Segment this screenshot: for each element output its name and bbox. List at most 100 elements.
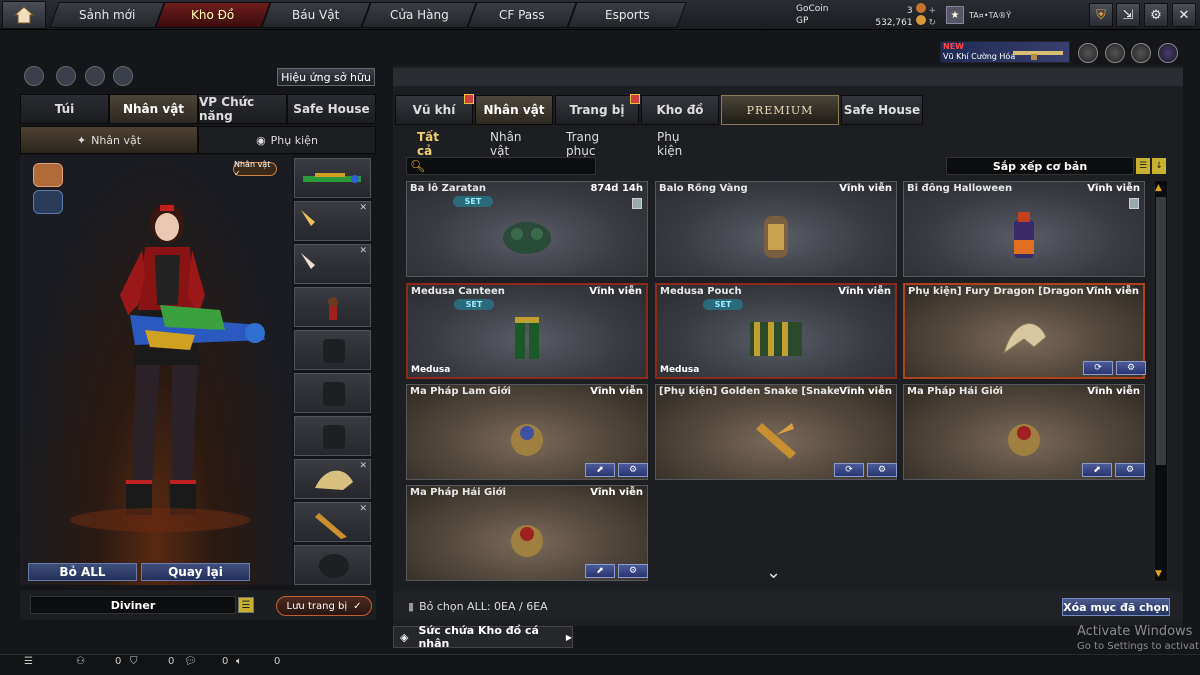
slot-empty-4[interactable] <box>294 545 371 585</box>
tab-sanh-moi[interactable]: Sảnh mới <box>49 2 165 28</box>
mode-icon-active[interactable] <box>33 163 63 187</box>
tab-trang-bi[interactable]: Trang bị <box>555 94 640 125</box>
tab-kho-do[interactable]: Kho đồ <box>641 95 719 125</box>
filter-tat-ca[interactable]: Tất cả <box>417 130 439 158</box>
volume-icon[interactable]: 🔈︎ <box>236 656 242 667</box>
event-icon-2[interactable] <box>1105 43 1125 63</box>
settings-button[interactable]: ⚙ <box>1144 3 1168 27</box>
promo-banner[interactable]: NEW Vũ Khí Cường Hóa <box>940 41 1070 63</box>
item-card[interactable]: Medusa Pouch Vĩnh viễn SET Medusa <box>655 283 897 379</box>
slot-item-3[interactable]: ✕ <box>294 244 371 284</box>
upgrade-icon[interactable]: ⬈ <box>585 463 615 477</box>
item-card[interactable]: Phụ kiện] Fury Dragon [Dragon Fury Vĩnh … <box>903 283 1146 379</box>
event-icon-4[interactable] <box>1158 43 1178 63</box>
tab-premium[interactable]: PREMIUM <box>721 95 839 125</box>
clan-icon[interactable]: ⛉ <box>130 656 138 667</box>
tab-bau-vat[interactable]: Báu Vật <box>261 2 371 28</box>
swap-icon[interactable]: ⟳ <box>1083 361 1113 375</box>
tab-vu-khi[interactable]: Vũ khí <box>395 94 474 125</box>
close-button[interactable]: ✕ <box>1172 3 1196 27</box>
owned-effect-button[interactable]: Hiệu ứng sở hữu <box>277 68 375 86</box>
subtab-nhan-vat[interactable]: ✦ Nhân vật <box>20 126 198 154</box>
filter-trang-phuc[interactable]: Trang phục <box>566 130 599 158</box>
friends-icon[interactable]: ⚇ <box>76 656 85 667</box>
tab-tui[interactable]: Túi <box>20 94 109 124</box>
remove-icon[interactable]: ✕ <box>359 504 367 514</box>
list-menu-icon[interactable]: ☰ <box>1136 158 1150 174</box>
item-card[interactable]: Medusa Canteen Vĩnh viễn SET Medusa <box>406 283 648 379</box>
gear-icon[interactable]: ⚙ <box>618 463 648 477</box>
character-icon[interactable] <box>85 66 105 86</box>
tab-nhan-vat[interactable]: Nhân vật <box>109 94 198 124</box>
remove-icon[interactable]: ✕ <box>359 461 367 471</box>
trash-icon[interactable] <box>632 198 642 209</box>
deselect-all-toggle[interactable]: ▮ Bỏ chọn ALL: 0EA / 6EA <box>408 600 548 613</box>
item-card[interactable]: Ma Pháp Hải Giới Vĩnh viễn ⬈ ⚙ <box>406 485 648 581</box>
trophy-icon[interactable] <box>24 66 44 86</box>
home-button[interactable] <box>2 1 46 29</box>
item-card[interactable]: Ma Pháp Hải Giới Vĩnh viễn ⬈ ⚙ <box>903 384 1145 480</box>
filter-nhan-vat[interactable]: Nhân vật <box>490 130 522 158</box>
shield-button[interactable]: ⛨ <box>1089 3 1113 27</box>
save-loadout-button[interactable]: Lưu trang bị ✓ <box>276 596 372 616</box>
scroll-up-icon[interactable]: ▲ <box>1155 183 1162 193</box>
list-icon[interactable]: ☰ <box>24 656 33 667</box>
chat-icon[interactable]: 💬︎ <box>184 656 197 667</box>
event-icon-3[interactable] <box>1131 43 1151 63</box>
tab-cf-pass[interactable]: CF Pass <box>467 2 577 28</box>
upgrade-icon[interactable]: ⬈ <box>1082 463 1112 477</box>
sort-direction-icon[interactable]: ↓ <box>1152 158 1166 174</box>
slot-character[interactable] <box>294 287 371 327</box>
tab-esports[interactable]: Esports <box>567 2 687 28</box>
upgrade-icon[interactable]: ⬈ <box>585 564 615 578</box>
eye-icon[interactable] <box>56 66 76 86</box>
gear-icon[interactable]: ⚙ <box>1116 361 1146 375</box>
event-icon-1[interactable] <box>1078 43 1098 63</box>
search-input[interactable] <box>406 157 596 175</box>
character-badge[interactable]: Nhân vật ✓ <box>233 160 277 178</box>
remove-icon[interactable]: ✕ <box>359 203 367 213</box>
slot-weapon[interactable] <box>294 158 371 198</box>
list-menu-icon[interactable]: ☰ <box>238 597 254 613</box>
player-rank[interactable]: ★ TA¤•TA®Ÿ <box>946 4 1056 26</box>
unequip-all-button[interactable]: Bỏ ALL <box>28 563 137 581</box>
swap-icon[interactable]: ⟳ <box>834 463 864 477</box>
delete-selected-button[interactable]: Xóa mục đã chọn <box>1062 598 1170 616</box>
sort-select[interactable]: Sắp xếp cơ bản <box>946 157 1134 175</box>
tab-cua-hang[interactable]: Cửa Hàng <box>361 2 477 28</box>
tab-safe-house[interactable]: Safe House <box>841 95 923 125</box>
slot-item-2[interactable]: ✕ <box>294 201 371 241</box>
refresh-icon[interactable]: ↻ <box>928 18 936 28</box>
subtab-phu-kien[interactable]: ◉ Phụ kiện <box>198 126 376 154</box>
slot-dragon[interactable]: ✕ <box>294 459 371 499</box>
scroll-thumb[interactable] <box>1156 197 1166 465</box>
exit-button[interactable]: ⇲ <box>1116 3 1140 27</box>
storage-capacity-button[interactable]: ◈ Sức chứa Kho đồ cá nhân ▶ <box>393 624 573 650</box>
bag-icon[interactable] <box>113 66 133 86</box>
mode-icon-alt[interactable] <box>33 190 63 214</box>
character-name-field[interactable]: Diviner <box>30 596 236 614</box>
slot-empty-2[interactable] <box>294 373 371 413</box>
item-card[interactable]: Ba lô Zaratan 874d 14h SET <box>406 181 648 277</box>
item-card[interactable]: [Phụ kiện] Golden Snake [Snake] Vĩnh viễ… <box>655 384 897 480</box>
slot-empty-3[interactable] <box>294 416 371 456</box>
tab-vp-chuc-nang[interactable]: VP Chức năng <box>198 94 287 124</box>
chevron-down-icon[interactable]: ⌄ <box>766 562 781 583</box>
tab-kho-do[interactable]: Kho Đồ <box>155 2 271 28</box>
gear-icon[interactable]: ⚙ <box>618 564 648 578</box>
back-button[interactable]: Quay lại <box>141 563 250 581</box>
slot-snake[interactable]: ✕ <box>294 502 371 542</box>
item-card[interactable]: Bi đông Halloween Vĩnh viễn <box>903 181 1145 277</box>
gear-icon[interactable]: ⚙ <box>867 463 897 477</box>
scroll-down-icon[interactable]: ▼ <box>1155 569 1162 579</box>
gear-icon[interactable]: ⚙ <box>1115 463 1145 477</box>
trash-icon[interactable] <box>1129 198 1139 209</box>
character-preview[interactable] <box>20 155 292 585</box>
item-card[interactable]: Ma Pháp Lam Giới Vĩnh viễn ⬈ ⚙ <box>406 384 648 480</box>
item-card[interactable]: Balo Rồng Vàng Vĩnh viễn <box>655 181 897 277</box>
slot-empty-1[interactable] <box>294 330 371 370</box>
tab-nhan-vat[interactable]: Nhân vật <box>475 95 553 125</box>
remove-icon[interactable]: ✕ <box>359 246 367 256</box>
tab-safe-house[interactable]: Safe House <box>287 94 376 124</box>
filter-phu-kien[interactable]: Phụ kiện <box>657 130 682 158</box>
